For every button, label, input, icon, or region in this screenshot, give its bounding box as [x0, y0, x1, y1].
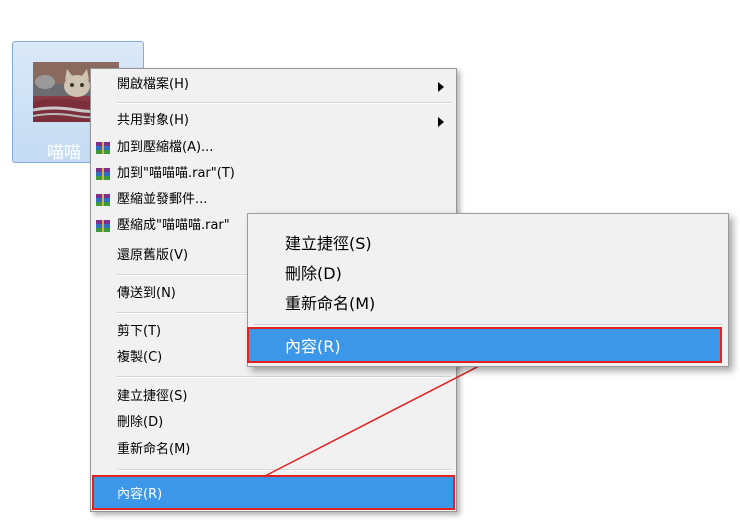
menu-item-label: 重新命名(M)	[117, 442, 191, 457]
menu-item-restore-previous-versions[interactable]: 還原舊版(V)	[117, 245, 188, 267]
menu-item-label: 內容(R)	[117, 487, 163, 502]
menu-item-cut[interactable]: 剪下(T)	[117, 321, 161, 343]
menu-item-label: 開啟檔案(H)	[117, 77, 189, 92]
menu-item-compress-to-named-rar[interactable]: 壓縮成"喵喵喵.rar"	[96, 215, 230, 237]
winrar-icon	[96, 168, 110, 180]
menu-item-open-with[interactable]: 開啟檔案(H)	[117, 74, 189, 96]
menu-item-label: 還原舊版(V)	[117, 248, 189, 263]
submenu-arrow-icon	[438, 117, 444, 127]
menu-item-label: 複製(C)	[117, 350, 163, 365]
menu-item-delete[interactable]: 刪除(D)	[117, 412, 163, 434]
menu-separator	[117, 376, 452, 378]
menu-item-label: 加到壓縮檔(A)...	[117, 140, 214, 155]
popup-item-create-shortcut[interactable]: 建立捷徑(S)	[285, 230, 372, 254]
menu-item-label: 建立捷徑(S)	[117, 389, 188, 404]
menu-item-send-to[interactable]: 傳送到(N)	[117, 283, 176, 305]
popup-item-properties[interactable]: 內容(R)	[247, 327, 722, 363]
menu-item-label: 傳送到(N)	[117, 286, 176, 301]
file-name-label: 喵喵	[47, 143, 81, 163]
menu-separator	[254, 324, 722, 325]
menu-separator	[117, 469, 452, 471]
winrar-icon	[96, 220, 110, 232]
menu-item-label: 剪下(T)	[117, 324, 162, 339]
menu-item-label: 共用對象(H)	[117, 113, 189, 128]
menu-item-add-to-named-rar[interactable]: 加到"喵喵喵.rar"(T)	[96, 163, 235, 185]
menu-item-label: 壓縮成"喵喵喵.rar"	[117, 218, 230, 233]
winrar-icon	[96, 194, 110, 206]
menu-item-label: 內容(R)	[285, 337, 341, 356]
popup-item-delete[interactable]: 刪除(D)	[285, 260, 342, 284]
menu-item-label: 刪除(D)	[117, 415, 164, 430]
menu-item-share-with[interactable]: 共用對象(H)	[117, 110, 189, 132]
menu-item-label: 壓縮並發郵件...	[117, 192, 208, 207]
popup-item-rename[interactable]: 重新命名(M)	[285, 290, 375, 314]
menu-item-add-to-archive[interactable]: 加到壓縮檔(A)...	[96, 137, 214, 159]
menu-item-compress-and-email[interactable]: 壓縮並發郵件...	[96, 189, 208, 211]
menu-item-create-shortcut[interactable]: 建立捷徑(S)	[117, 386, 187, 408]
winrar-icon	[96, 142, 110, 154]
menu-item-label: 加到"喵喵喵.rar"(T)	[117, 166, 235, 181]
menu-item-properties[interactable]: 內容(R)	[92, 475, 455, 510]
submenu-arrow-icon	[438, 82, 444, 92]
menu-item-copy[interactable]: 複製(C)	[117, 347, 162, 369]
menu-item-rename[interactable]: 重新命名(M)	[117, 439, 190, 461]
menu-separator	[117, 102, 452, 104]
zoomed-menu-callout: 建立捷徑(S) 刪除(D) 重新命名(M) 內容(R)	[247, 213, 729, 367]
